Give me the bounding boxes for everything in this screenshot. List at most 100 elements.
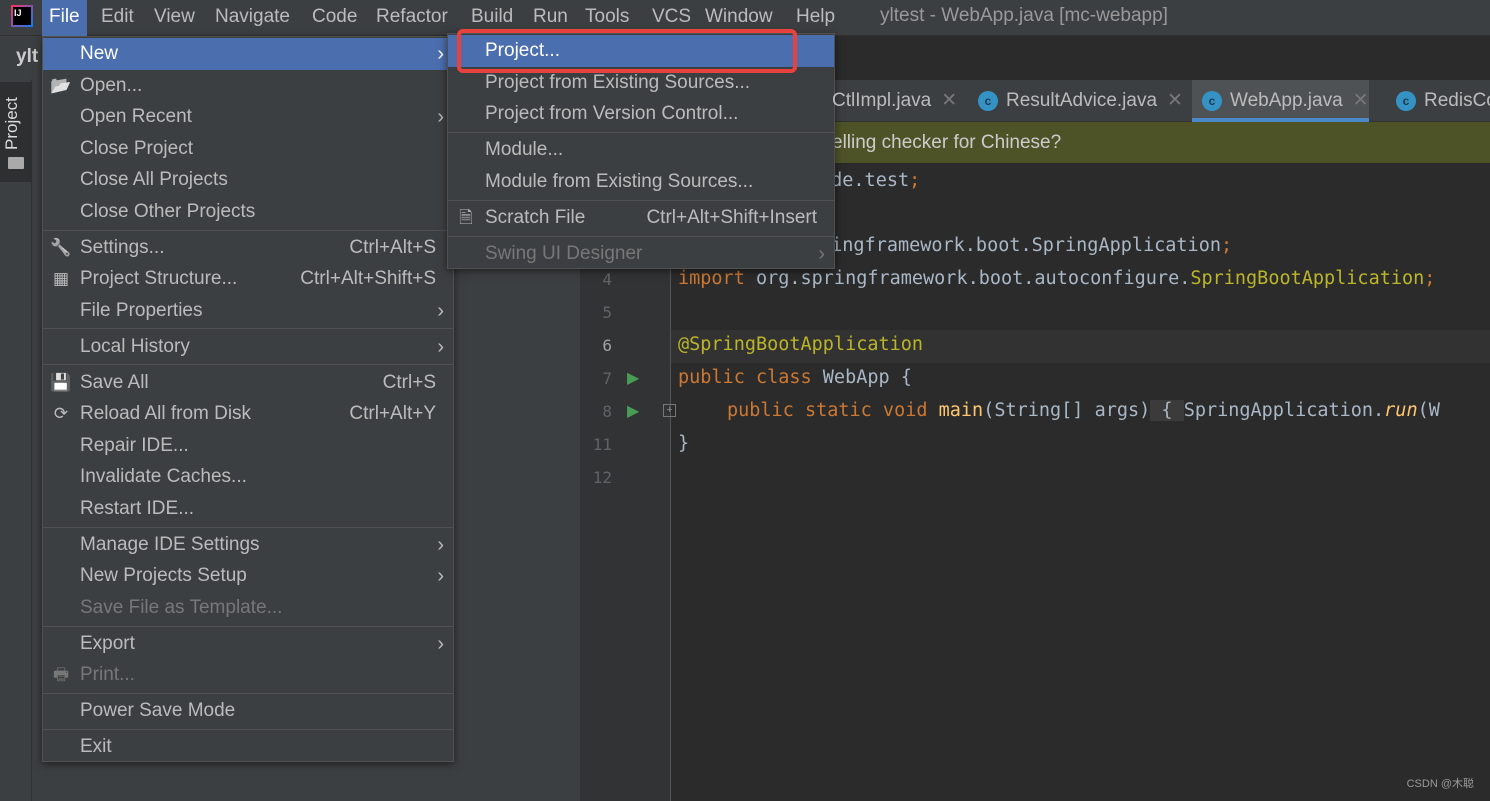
code-semicolon: ; (1424, 268, 1436, 289)
menu-item-module-from-existing-sources[interactable]: Module from Existing Sources... (448, 166, 834, 198)
menu-item-close-project[interactable]: Close Project (43, 133, 453, 165)
wrench-icon: 🔧 (50, 238, 72, 257)
menu-item-local-history[interactable]: Local History › (43, 331, 453, 363)
chevron-right-icon: › (437, 300, 444, 322)
code-line-4: import org.springframework.boot.autoconf… (678, 268, 1435, 289)
chevron-right-icon: › (437, 633, 444, 655)
menu-separator (43, 527, 453, 528)
tab-resultadvice-java[interactable]: c ResultAdvice.java ✕ (968, 80, 1183, 122)
line-number: 4 (602, 270, 612, 289)
menu-item-open-recent[interactable]: Open Recent › (43, 101, 453, 133)
shortcut-label: Ctrl+S (382, 372, 436, 393)
menu-item-manage-ide-settings[interactable]: Manage IDE Settings › (43, 529, 453, 561)
menu-item-label: New Projects Setup (80, 565, 247, 586)
menu-tools[interactable]: Tools (578, 0, 636, 36)
menu-item-swing-ui-designer: Swing UI Designer › (448, 238, 834, 270)
window-title: yltest - WebApp.java [mc-webapp] (880, 5, 1168, 26)
tab-redisco[interactable]: c RedisCo (1386, 80, 1490, 122)
menu-item-project-structure[interactable]: ▦ Project Structure... Ctrl+Alt+Shift+S (43, 263, 453, 295)
menu-item-repair-ide[interactable]: Repair IDE... (43, 430, 453, 462)
menu-item-label: Scratch File (485, 207, 586, 228)
menu-item-file-properties[interactable]: File Properties › (43, 295, 453, 327)
menu-item-project-from-version-control[interactable]: Project from Version Control... (448, 98, 834, 130)
menu-item-settings[interactable]: 🔧 Settings... Ctrl+Alt+S (43, 232, 453, 264)
menu-item-print: 🖶 Print... (43, 659, 453, 691)
code-text: (W (1417, 400, 1440, 421)
run-icon[interactable]: ▶ (627, 401, 639, 421)
tab-label: RedisCo (1424, 90, 1490, 111)
menu-file[interactable]: File (42, 0, 87, 36)
close-tab-icon[interactable]: ✕ (1353, 90, 1369, 111)
menu-navigate[interactable]: Navigate (208, 0, 297, 36)
menu-item-scratch-file[interactable]: 🗎 Scratch File Ctrl+Alt+Shift+Insert (448, 202, 834, 234)
close-tab-icon[interactable]: ✕ (941, 90, 957, 111)
menu-item-save-file-as-template: Save File as Template... (43, 592, 453, 624)
menu-window[interactable]: Window (698, 0, 780, 36)
menu-vcs[interactable]: VCS (645, 0, 698, 36)
code-keyword: import (678, 268, 745, 289)
code-method: run (1384, 400, 1418, 421)
code-line-11: } (678, 433, 690, 454)
menu-item-label: Project from Existing Sources... (485, 72, 751, 93)
chevron-right-icon: › (437, 106, 444, 128)
menu-run[interactable]: Run (526, 0, 575, 36)
menu-item-save-all[interactable]: 💾 Save All Ctrl+S (43, 367, 453, 399)
menu-item-label: Save All (80, 372, 149, 393)
line-number: 6 (602, 336, 612, 355)
menu-item-label: Module... (485, 139, 564, 160)
menu-item-close-all-projects[interactable]: Close All Projects (43, 164, 453, 196)
chevron-right-icon: › (437, 336, 444, 358)
menu-item-label: Swing UI Designer (485, 243, 643, 264)
run-icon[interactable]: ▶ (627, 368, 639, 388)
menu-item-restart-ide[interactable]: Restart IDE... (43, 493, 453, 525)
menu-code[interactable]: Code (305, 0, 364, 36)
menu-item-power-save-mode[interactable]: Power Save Mode (43, 695, 453, 727)
shortcut-label: Ctrl+Alt+S (349, 237, 436, 258)
tab-label: WebApp.java (1230, 90, 1343, 111)
menu-item-label: Repair IDE... (80, 435, 189, 456)
chevron-right-icon: › (437, 43, 444, 65)
code-keyword: public static void (727, 400, 928, 421)
menu-item-label: Power Save Mode (80, 700, 236, 721)
menu-refactor[interactable]: Refactor (369, 0, 455, 36)
code-semicolon: ; (909, 170, 921, 191)
menu-separator (43, 626, 453, 627)
menu-item-reload-all-from-disk[interactable]: ⟳ Reload All from Disk Ctrl+Alt+Y (43, 398, 453, 430)
watermark: CSDN @木聪 (1406, 778, 1474, 790)
close-tab-icon[interactable]: ✕ (1167, 90, 1183, 111)
project-name[interactable]: ylt (16, 46, 38, 68)
menu-item-label: Manage IDE Settings (80, 534, 260, 555)
chevron-right-icon: › (437, 534, 444, 556)
menu-item-new[interactable]: New › (43, 38, 453, 70)
code-args: (String[] args) (983, 400, 1151, 421)
line-number: 7 (602, 369, 612, 388)
menu-item-exit[interactable]: Exit (43, 731, 453, 763)
menu-item-label: Export (80, 633, 135, 654)
menu-build[interactable]: Build (464, 0, 520, 36)
menu-edit[interactable]: Edit (94, 0, 141, 36)
menu-item-module[interactable]: Module... (448, 134, 834, 166)
menu-item-label: File Properties (80, 300, 203, 321)
line-number: 5 (602, 303, 612, 322)
menu-separator (43, 729, 453, 730)
tab-ctlimpl-java[interactable]: CtlImpl.java ✕ (822, 80, 957, 122)
menu-item-label: Exit (80, 736, 112, 757)
menu-item-label: Settings... (80, 237, 165, 258)
menu-item-invalidate-caches[interactable]: Invalidate Caches... (43, 461, 453, 493)
menu-item-label: Save File as Template... (80, 597, 283, 618)
menu-item-close-other-projects[interactable]: Close Other Projects (43, 196, 453, 228)
chevron-right-icon: › (437, 565, 444, 587)
menu-item-export[interactable]: Export › (43, 628, 453, 660)
shortcut-label: Ctrl+Alt+Shift+Insert (646, 207, 817, 228)
menu-separator (43, 328, 453, 329)
intellij-logo-icon: IJ (11, 5, 33, 27)
menu-item-open[interactable]: 📂 Open... (43, 70, 453, 102)
menu-item-new-projects-setup[interactable]: New Projects Setup › (43, 560, 453, 592)
menu-help[interactable]: Help (789, 0, 842, 36)
fold-icon[interactable]: + (663, 404, 676, 417)
menu-item-label: Invalidate Caches... (80, 466, 247, 487)
shortcut-label: Ctrl+Alt+Y (349, 403, 436, 424)
folded-code[interactable]: { (1150, 400, 1184, 421)
tab-webapp-java[interactable]: c WebApp.java ✕ (1192, 80, 1369, 122)
menu-view[interactable]: View (147, 0, 202, 36)
